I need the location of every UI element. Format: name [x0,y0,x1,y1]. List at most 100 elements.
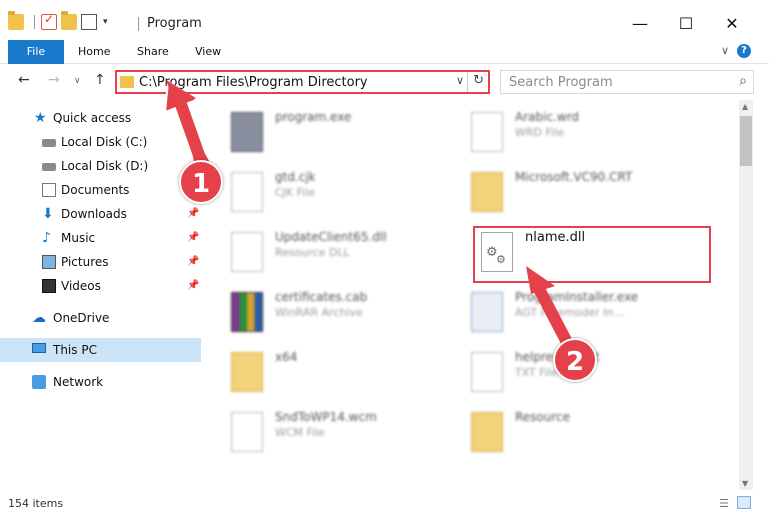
item-count: 154 items [8,497,64,510]
file-name: ProgramInstaller.exe [515,290,639,304]
title-divider [138,17,139,31]
new-folder-icon[interactable] [61,11,77,30]
forward-button[interactable]: → [48,72,60,88]
file-type: WinRAR Archive [275,306,363,319]
file-name: gtd.cjk [275,170,316,184]
vertical-scrollbar[interactable]: ▲ ▼ [739,100,753,490]
list-item[interactable]: UpdateClient65.dll Resource DLL [201,220,441,276]
picture-icon [42,255,56,269]
folder-icon[interactable] [8,11,24,30]
sidebar-item-label: Pictures [61,255,109,269]
scrollbar-thumb[interactable] [740,116,752,166]
tab-home[interactable]: Home [78,40,110,64]
list-item[interactable]: certificates.cab WinRAR Archive [201,280,441,336]
address-path[interactable]: C:\Program Files\Program Directory [139,75,368,90]
file-name: Arabic.wrd [515,110,580,124]
sidebar-item-label: Quick access [53,111,132,125]
address-divider [467,72,468,92]
file-name: program.exe [275,110,352,124]
file-name: Resource [515,410,571,424]
sidebar-item-label: Downloads [61,207,127,221]
help-icon[interactable]: ? [737,44,751,58]
properties-check-icon[interactable] [41,12,57,30]
search-icon[interactable]: ⌕ [739,73,747,89]
close-button[interactable]: ✕ [717,10,747,38]
properties-icon[interactable] [81,14,97,30]
list-item[interactable]: SndToWP14.wcm WCM File [201,400,441,456]
details-view-icon[interactable]: ☰ [719,497,729,510]
up-button[interactable]: ↑ [94,72,106,88]
scroll-down-icon[interactable]: ▼ [742,479,748,488]
scroll-up-icon[interactable]: ▲ [742,102,748,111]
refresh-icon[interactable]: ↻ [473,73,484,88]
sidebar-item-label: Local Disk (D:) [61,159,149,173]
large-icons-view-icon[interactable] [737,496,751,509]
sidebar-item-label: This PC [53,343,97,357]
disk-icon [42,139,56,147]
minimize-button[interactable]: — [625,10,655,38]
address-bar[interactable]: C:\Program Files\Program Directory ∨ ↻ [115,70,490,94]
maximize-button[interactable]: ☐ [671,10,701,38]
list-item[interactable]: x64 [201,340,441,396]
file-type: Resource DLL [275,246,350,259]
address-dropdown-icon[interactable]: ∨ [456,74,464,87]
sidebar-item-label: Videos [61,279,101,293]
sidebar-item-quick-access[interactable]: ★ Quick access [0,106,201,130]
list-item[interactable]: program.exe [201,100,441,156]
highlight-box [473,226,711,283]
installer-icon [471,292,503,332]
sidebar-item-music[interactable]: ♪ Music 📌 [0,226,201,250]
sidebar-item-local-disk-c[interactable]: Local Disk (C:) 📌 [0,130,201,154]
toolbar-separator [34,15,35,29]
dll-file-icon [231,232,263,272]
music-icon: ♪ [42,230,51,246]
file-type: TXT File [515,366,558,379]
back-button[interactable]: ← [18,72,30,88]
expand-ribbon-icon[interactable]: ∨ [721,44,729,57]
sidebar-item-local-disk-d[interactable]: Local Disk (D:) [0,154,201,178]
folder-icon [231,352,263,392]
network-icon [32,375,46,389]
sidebar-item-network[interactable]: Network [0,370,201,394]
navigation-pane: ★ Quick access Local Disk (C:) 📌 Local D… [0,100,201,490]
sidebar-item-downloads[interactable]: ⬇ Downloads 📌 [0,202,201,226]
sidebar-item-onedrive[interactable]: ☁ OneDrive [0,306,201,330]
file-name: x64 [275,350,298,364]
pin-icon: 📌 [187,208,200,219]
sidebar-item-label: OneDrive [53,311,110,325]
title-bar: ▾ Program — ☐ ✕ [0,0,769,40]
tab-file[interactable]: File [8,40,64,64]
navigation-bar: ← → ∨ ↑ C:\Program Files\Program Directo… [0,64,769,100]
file-name: UpdateClient65.dll [275,230,387,244]
status-bar: 154 items ☰ [0,492,769,516]
list-item[interactable]: Arabic.wrd WRD File [441,100,681,156]
customize-toolbar-icon[interactable]: ▾ [103,17,108,27]
tab-view[interactable]: View [195,40,221,64]
sidebar-item-pictures[interactable]: Pictures 📌 [0,250,201,274]
download-icon: ⬇ [42,206,54,222]
list-item[interactable]: ProgramInstaller.exe AGT Freemoder In... [441,280,681,336]
file-name: Microsoft.VC90.CRT [515,170,633,184]
file-type: WRD File [515,126,564,139]
sidebar-item-documents[interactable]: Documents 📌 [0,178,201,202]
list-item[interactable]: Resource [441,400,681,456]
archive-icon [231,292,263,332]
file-name: SndToWP14.wcm [275,410,377,424]
list-item[interactable]: Microsoft.VC90.CRT [441,160,681,216]
search-input[interactable]: Search Program ⌕ [500,70,754,94]
disk-icon [42,163,56,171]
sidebar-item-label: Music [61,231,96,245]
file-type: CJK File [275,186,316,199]
tab-share[interactable]: Share [137,40,169,64]
recent-locations-button[interactable]: ∨ [74,76,81,86]
executable-icon [231,112,263,152]
pin-icon: 📌 [187,232,200,243]
pin-icon: 📌 [187,280,200,291]
file-list: program.exe Arabic.wrd WRD File gtd.cjk … [201,100,739,490]
sidebar-item-videos[interactable]: Videos 📌 [0,274,201,298]
list-item[interactable]: gtd.cjk CJK File [201,160,441,216]
window-title: Program [147,16,202,31]
cloud-icon: ☁ [32,310,46,326]
sidebar-item-this-pc[interactable]: This PC [0,338,201,362]
video-icon [42,279,56,293]
